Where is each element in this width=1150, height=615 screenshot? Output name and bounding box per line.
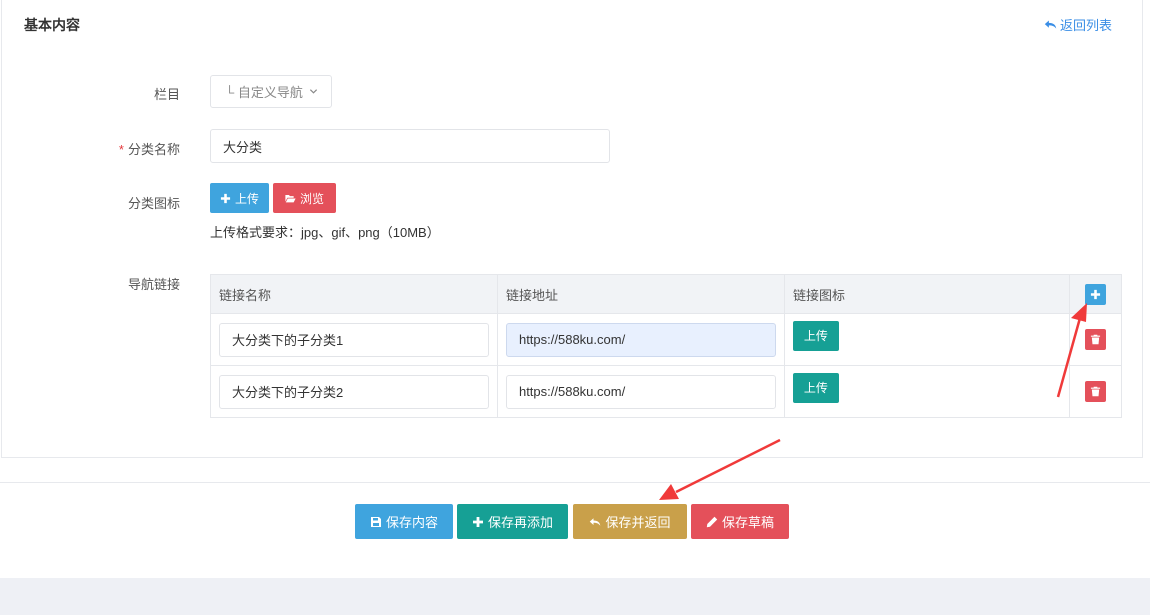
save-content-label: 保存内容	[385, 515, 438, 530]
link-name-cell	[210, 365, 498, 418]
delete-row-button[interactable]	[1085, 381, 1107, 402]
plus-icon	[1090, 289, 1101, 299]
nav-links-label: 导航链接	[127, 277, 180, 292]
back-to-list-link[interactable]: 返回列表	[1044, 15, 1112, 34]
column-select-value: └ 自定义导航	[225, 85, 303, 100]
browse-button-label: 浏览	[299, 191, 324, 206]
panel-title: 基本内容	[24, 17, 80, 33]
nav-links-table: 链接名称 链接地址 链接图标 上传 上传	[210, 274, 1122, 418]
folder-open-icon	[285, 194, 296, 202]
delete-row-button[interactable]	[1085, 329, 1107, 350]
trash-icon	[1090, 386, 1101, 397]
footer-divider	[0, 482, 1150, 483]
link-name-cell	[210, 313, 498, 366]
header-link-name: 链接名称	[210, 274, 498, 314]
save-and-add-label: 保存再添加	[487, 515, 553, 530]
header-add-cell	[1069, 274, 1122, 314]
table-header-row: 链接名称 链接地址 链接图标	[210, 274, 1122, 314]
link-url-cell	[496, 313, 785, 366]
add-row-button[interactable]	[1085, 283, 1107, 305]
header-link-icon: 链接图标	[783, 274, 1071, 314]
link-icon-upload-button[interactable]: 上传	[792, 320, 839, 351]
link-url-cell	[496, 365, 785, 418]
save-and-return-button[interactable]: 保存并返回	[573, 504, 687, 539]
required-mark: *	[118, 142, 124, 157]
reply-arrow-icon	[590, 517, 601, 526]
link-icon-upload-button[interactable]: 上传	[792, 372, 839, 403]
category-name-label: * 分类名称	[0, 139, 180, 158]
chevron-down-icon	[309, 89, 317, 94]
link-url-input[interactable]	[505, 322, 776, 357]
category-icon-label: 分类图标	[127, 196, 180, 211]
browse-button[interactable]: 浏览	[273, 183, 336, 213]
upload-button[interactable]: 上传	[210, 183, 269, 213]
table-row: 上传	[210, 365, 1122, 418]
category-name-input[interactable]	[210, 129, 610, 163]
plus-icon	[472, 516, 483, 527]
delete-cell	[1069, 313, 1122, 366]
link-url-input[interactable]	[505, 374, 776, 409]
header-link-url: 链接地址	[496, 274, 785, 314]
reply-arrow-icon	[1044, 20, 1057, 29]
link-name-input[interactable]	[219, 374, 489, 409]
category-name-label-text: 分类名称	[127, 142, 180, 157]
upload-format-hint: 上传格式要求：jpg、gif、png（10MB）	[210, 225, 440, 240]
plus-icon	[220, 193, 231, 203]
column-label: 栏目	[153, 87, 180, 102]
save-draft-button[interactable]: 保存草稿	[691, 504, 789, 539]
link-icon-cell: 上传	[783, 313, 1071, 366]
upload-button-label: 上传	[234, 191, 259, 206]
delete-cell	[1069, 365, 1122, 418]
back-link-label: 返回列表	[1059, 18, 1112, 33]
link-name-input[interactable]	[219, 322, 489, 357]
save-and-add-button[interactable]: 保存再添加	[457, 504, 568, 539]
column-select[interactable]: └ 自定义导航	[210, 75, 332, 108]
trash-icon	[1090, 334, 1101, 345]
save-and-return-label: 保存并返回	[605, 515, 671, 530]
floppy-disk-icon	[370, 516, 381, 527]
pencil-icon	[706, 516, 718, 527]
page-footer-background	[0, 578, 1150, 615]
save-draft-label: 保存草稿	[721, 515, 774, 530]
save-content-button[interactable]: 保存内容	[355, 504, 453, 539]
link-icon-cell: 上传	[783, 365, 1071, 418]
table-row: 上传	[210, 313, 1122, 366]
